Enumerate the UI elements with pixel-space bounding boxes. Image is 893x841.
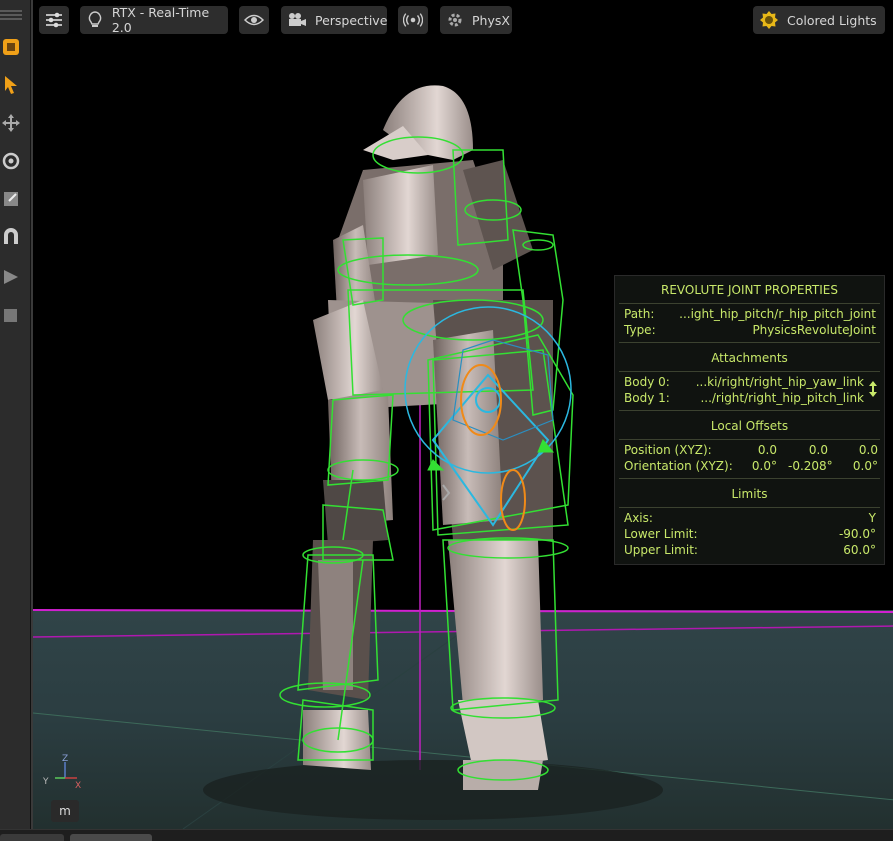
camera-label: Perspective <box>315 12 388 28</box>
axis-x-label: X <box>75 781 81 791</box>
bottom-tab-strip <box>0 829 893 841</box>
divider <box>619 410 880 411</box>
stop-icon[interactable] <box>0 300 22 330</box>
axis-y-label: Y <box>42 777 49 787</box>
orientation-label: Orientation (XYZ): <box>624 459 733 473</box>
lower-limit-value: -90.0° <box>838 527 876 541</box>
create-icon[interactable] <box>0 32 22 62</box>
type-value: PhysicsRevoluteJoint <box>752 323 876 337</box>
play-icon[interactable] <box>0 262 22 292</box>
offsets-title: Local Offsets <box>710 419 789 433</box>
path-label: Path: <box>624 307 655 321</box>
renderer-label: RTX - Real-Time 2.0 <box>111 5 210 35</box>
position-z: 0.0 <box>858 443 878 457</box>
body0-value: ...ki/right/right_hip_yaw_link <box>695 375 864 389</box>
move-icon[interactable] <box>0 108 22 138</box>
toolbar-grip[interactable] <box>0 8 22 22</box>
lights-button[interactable]: Colored Lights <box>753 6 885 34</box>
joint-properties-panel: REVOLUTE JOINT PROPERTIES Path: ...ight_… <box>614 275 885 565</box>
broadcast-icon <box>403 10 423 30</box>
body1-value: .../right/right_hip_pitch_link <box>700 391 864 405</box>
camera-icon <box>287 10 307 30</box>
orientation-z: 0.0° <box>852 459 878 473</box>
measure-button[interactable]: m <box>51 800 79 822</box>
path-value: ...ight_hip_pitch/r_hip_pitch_joint <box>679 307 876 321</box>
divider <box>619 303 880 304</box>
left-toolbar <box>0 0 31 829</box>
audio-button[interactable] <box>398 6 428 34</box>
body1-label: Body 1: <box>624 391 670 405</box>
physics-button[interactable]: PhysX <box>440 6 512 34</box>
lightbulb-icon <box>86 10 104 30</box>
divider <box>619 342 880 343</box>
bottom-tab[interactable] <box>70 834 152 841</box>
gear-icon <box>446 10 464 30</box>
sun-icon <box>759 10 779 30</box>
upper-limit-value: 60.0° <box>843 543 876 557</box>
visibility-button[interactable] <box>239 6 269 34</box>
axis-z-label: Z <box>62 754 68 764</box>
divider <box>619 439 880 440</box>
position-y: 0.0 <box>808 443 828 457</box>
axis-gizmo: Z Y X <box>42 754 81 791</box>
body0-label: Body 0: <box>624 375 670 389</box>
scale-icon[interactable] <box>0 184 22 214</box>
axis-label: Axis: <box>624 511 653 525</box>
divider <box>619 507 880 508</box>
bottom-tab[interactable] <box>0 834 64 841</box>
lower-limit-label: Lower Limit: <box>624 527 698 541</box>
viewport-settings-button[interactable] <box>39 6 69 34</box>
position-label: Position (XYZ): <box>624 443 712 457</box>
upper-limit-label: Upper Limit: <box>624 543 698 557</box>
type-label: Type: <box>624 323 656 337</box>
orientation-x: 0.0° <box>751 459 777 473</box>
physics-label: PhysX <box>472 12 510 28</box>
eye-icon <box>244 10 264 30</box>
rotate-icon[interactable] <box>0 146 22 176</box>
panel-title: REVOLUTE JOINT PROPERTIES <box>661 283 838 297</box>
axis-value: Y <box>868 511 876 525</box>
position-x: 0.0 <box>757 443 777 457</box>
divider <box>619 371 880 372</box>
limits-title: Limits <box>731 487 768 501</box>
lights-label: Colored Lights <box>787 12 877 28</box>
orientation-y: -0.208° <box>788 459 833 473</box>
select-icon[interactable] <box>0 70 22 100</box>
sliders-icon <box>44 10 64 30</box>
camera-button[interactable]: Perspective <box>281 6 387 34</box>
divider <box>619 478 880 479</box>
snap-icon[interactable] <box>0 222 22 252</box>
attachments-title: Attachments <box>711 351 788 365</box>
swap-arrows-icon[interactable] <box>868 380 878 398</box>
renderer-button[interactable]: RTX - Real-Time 2.0 <box>80 5 228 35</box>
app-window: RTX - Real-Time 2.0 Perspective PhysX Co… <box>0 0 893 841</box>
